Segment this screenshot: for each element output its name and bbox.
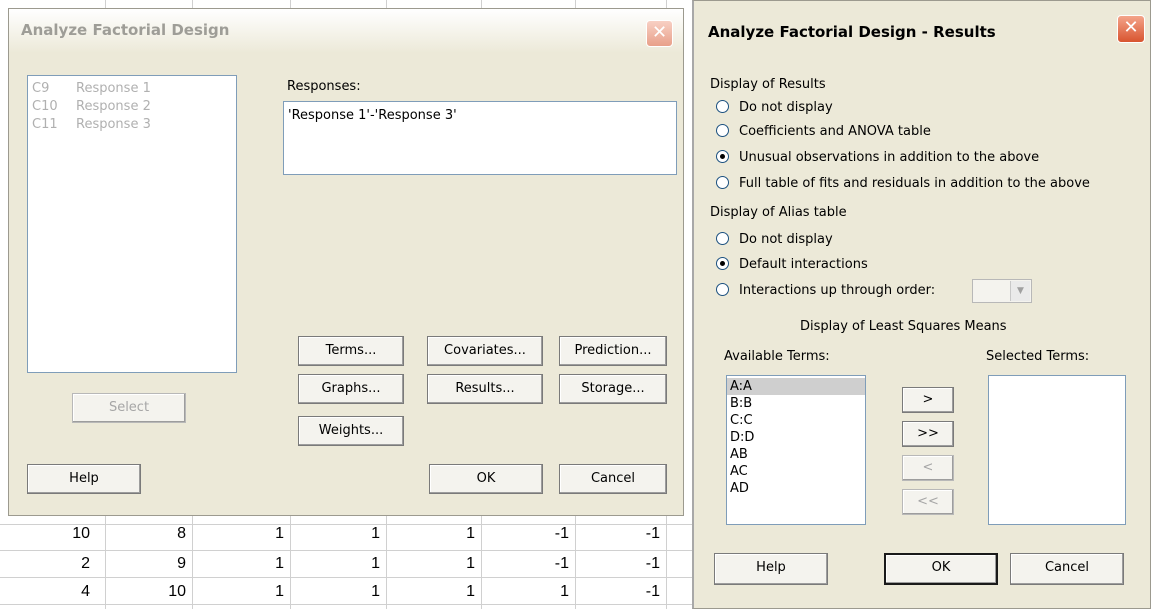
radio-icon bbox=[716, 232, 729, 245]
radio-full-table[interactable]: Full table of fits and residuals in addi… bbox=[716, 173, 1090, 195]
help-button[interactable]: Help bbox=[714, 553, 828, 585]
available-terms-label: Available Terms: bbox=[724, 349, 830, 364]
results-button[interactable]: Results... bbox=[427, 374, 543, 404]
available-terms-list[interactable]: A:A B:B C:C D:D AB AC AD bbox=[726, 375, 866, 525]
radio-icon bbox=[716, 124, 729, 137]
cell[interactable]: 10 bbox=[105, 578, 192, 605]
responses-label: Responses: bbox=[287, 79, 361, 94]
list-item[interactable]: AD bbox=[727, 480, 865, 497]
cell[interactable]: 1 bbox=[192, 520, 290, 547]
add-all-terms-button[interactable]: >> bbox=[902, 421, 954, 447]
radio-unusual-observations[interactable]: Unusual observations in addition to the … bbox=[716, 147, 1039, 169]
cell[interactable]: 1 bbox=[192, 550, 290, 577]
list-item[interactable]: A:A bbox=[727, 378, 865, 395]
alias-table-label: Display of Alias table bbox=[710, 205, 847, 220]
worksheet-row: 2 9 1 1 1 -1 -1 bbox=[0, 550, 692, 577]
responses-field[interactable]: 'Response 1'-'Response 3' bbox=[283, 101, 677, 175]
title-bar[interactable]: Analyze Factorial Design - Results ✕ bbox=[694, 1, 1150, 47]
weights-button[interactable]: Weights... bbox=[298, 416, 404, 446]
list-item[interactable]: C11 Response 3 bbox=[32, 116, 232, 134]
lsm-label: Display of Least Squares Means bbox=[800, 319, 1007, 334]
cell[interactable]: -1 bbox=[575, 578, 666, 605]
remove-term-button[interactable]: < bbox=[902, 455, 954, 481]
results-dialog: Analyze Factorial Design - Results ✕ Dis… bbox=[692, 0, 1151, 609]
select-button[interactable]: Select bbox=[72, 393, 186, 423]
cancel-button[interactable]: Cancel bbox=[559, 464, 667, 494]
cell[interactable]: 1 bbox=[290, 578, 386, 605]
worksheet-row: 4 10 1 1 1 1 -1 bbox=[0, 578, 692, 605]
remove-all-terms-button[interactable]: << bbox=[902, 489, 954, 515]
radio-icon bbox=[716, 100, 729, 113]
list-item[interactable]: C:C bbox=[727, 412, 865, 429]
radio-icon bbox=[716, 176, 729, 189]
cell[interactable]: 1 bbox=[386, 578, 481, 605]
list-item[interactable]: B:B bbox=[727, 395, 865, 412]
list-item[interactable]: D:D bbox=[727, 429, 865, 446]
radio-icon bbox=[716, 283, 729, 296]
radio-alias-do-not-display[interactable]: Do not display bbox=[716, 229, 833, 251]
radio-results-do-not-display[interactable]: Do not display bbox=[716, 97, 833, 119]
display-results-label: Display of Results bbox=[710, 77, 826, 92]
cell[interactable]: 2 bbox=[0, 550, 96, 577]
close-icon[interactable]: ✕ bbox=[1117, 15, 1145, 43]
prediction-button[interactable]: Prediction... bbox=[559, 336, 667, 366]
selected-terms-label: Selected Terms: bbox=[986, 349, 1090, 364]
list-item[interactable]: AC bbox=[727, 463, 865, 480]
radio-selected-icon bbox=[716, 257, 729, 270]
list-item[interactable]: AB bbox=[727, 446, 865, 463]
cell[interactable]: 4 bbox=[0, 578, 96, 605]
columns-list[interactable]: C9 Response 1 C10 Response 2 C11 Response 3 bbox=[27, 75, 237, 373]
ok-button[interactable]: OK bbox=[429, 464, 543, 494]
order-dropdown[interactable]: ▼ bbox=[972, 279, 1032, 303]
dialog-title: Analyze Factorial Design bbox=[21, 21, 230, 39]
chevron-down-icon[interactable]: ▼ bbox=[1010, 281, 1030, 301]
list-item[interactable]: C9 Response 1 bbox=[32, 80, 232, 98]
radio-selected-icon bbox=[716, 150, 729, 163]
responses-value: 'Response 1'-'Response 3' bbox=[288, 108, 457, 123]
terms-button[interactable]: Terms... bbox=[298, 336, 404, 366]
cancel-button[interactable]: Cancel bbox=[1010, 553, 1124, 585]
covariates-button[interactable]: Covariates... bbox=[427, 336, 543, 366]
analyze-factorial-design-dialog: Analyze Factorial Design ✕ C9 Response 1 … bbox=[8, 8, 684, 516]
dialog-title: Analyze Factorial Design - Results bbox=[708, 23, 996, 41]
graphs-button[interactable]: Graphs... bbox=[298, 374, 404, 404]
help-button[interactable]: Help bbox=[27, 464, 141, 494]
close-icon[interactable]: ✕ bbox=[646, 20, 673, 47]
cell[interactable]: 10 bbox=[0, 520, 96, 547]
radio-default-interactions[interactable]: Default interactions bbox=[716, 254, 868, 276]
radio-interactions-order[interactable]: Interactions up through order: bbox=[716, 280, 935, 302]
add-term-button[interactable]: > bbox=[902, 387, 954, 413]
cell[interactable]: 9 bbox=[105, 550, 192, 577]
title-bar[interactable]: Analyze Factorial Design ✕ bbox=[9, 9, 683, 53]
radio-coefficients-anova[interactable]: Coefficients and ANOVA table bbox=[716, 121, 931, 143]
list-item[interactable]: C10 Response 2 bbox=[32, 98, 232, 116]
cell[interactable]: 1 bbox=[481, 578, 575, 605]
cell[interactable]: 1 bbox=[290, 520, 386, 547]
cell[interactable]: -1 bbox=[575, 520, 666, 547]
storage-button[interactable]: Storage... bbox=[559, 374, 667, 404]
cell[interactable]: -1 bbox=[575, 550, 666, 577]
ok-button[interactable]: OK bbox=[884, 553, 998, 585]
selected-terms-list[interactable] bbox=[988, 375, 1126, 525]
cell[interactable]: 8 bbox=[105, 520, 192, 547]
cell[interactable]: 1 bbox=[290, 550, 386, 577]
cell[interactable]: 1 bbox=[386, 520, 481, 547]
cell[interactable]: 1 bbox=[386, 550, 481, 577]
cell[interactable]: -1 bbox=[481, 520, 575, 547]
cell[interactable]: 1 bbox=[192, 578, 290, 605]
cell[interactable]: -1 bbox=[481, 550, 575, 577]
worksheet-row: 10 8 1 1 1 -1 -1 bbox=[0, 520, 692, 547]
